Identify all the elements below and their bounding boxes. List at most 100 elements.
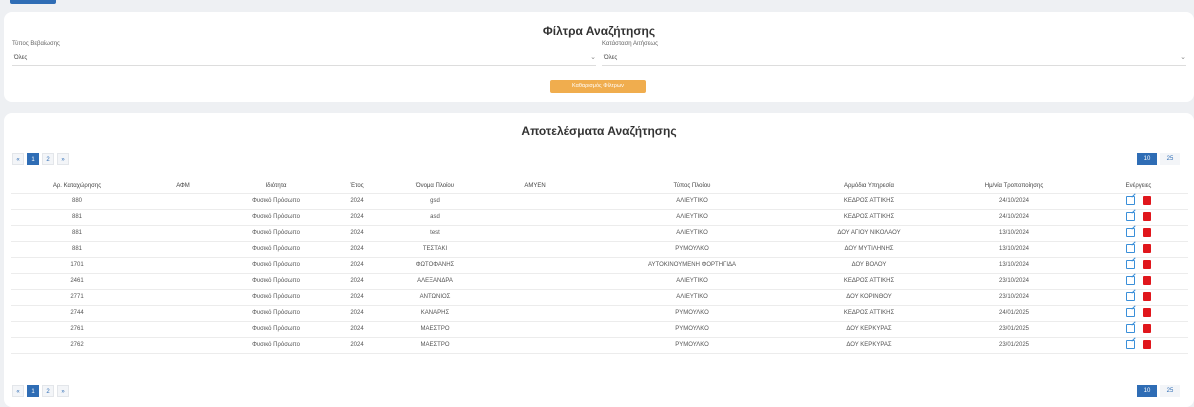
page-size-25[interactable]: 25 [1160,153,1180,165]
delete-icon[interactable] [1143,323,1151,333]
table-cell: Φυσικό Πρόσωπο [223,288,329,305]
table-cell: ΡΥΜΟΥΛΚΟ [585,336,799,354]
row-actions [1089,272,1188,289]
col-header[interactable]: Έτος [329,179,385,193]
delete-icon[interactable] [1143,275,1151,285]
table-cell [143,256,223,273]
table-cell: ΡΥΜΟΥΛΚΟ [585,304,799,321]
pager-page-2[interactable]: 2 [42,153,54,165]
col-header[interactable]: Αρμόδια Υπηρεσία [799,179,939,193]
delete-icon[interactable] [1143,291,1151,301]
edit-icon[interactable] [1126,339,1135,349]
field1-label: Τύπος Βεβαίωσης [12,41,60,47]
delete-icon[interactable] [1143,307,1151,317]
table-cell [143,240,223,257]
edit-icon[interactable] [1126,323,1135,333]
table-cell [485,288,585,305]
table-cell: Φυσικό Πρόσωπο [223,224,329,241]
table-cell: ΔΟΥ ΚΕΡΚΥΡΑΣ [799,320,939,337]
delete-icon[interactable] [1143,339,1151,349]
table-cell [485,224,585,241]
table-cell [143,336,223,354]
table-cell: 2024 [329,288,385,305]
table-cell: Φυσικό Πρόσωπο [223,256,329,273]
row-actions [1089,336,1188,354]
edit-icon[interactable] [1126,259,1135,269]
actions-group [1126,243,1151,253]
col-header[interactable]: Ημ/νία Τροποποίησης [939,179,1089,193]
edit-icon[interactable] [1126,195,1135,205]
table-cell: gsd [385,192,485,209]
table-row: 2744 Φυσικό Πρόσωπο 2024 ΚΑΝΑΡΗΣ ΡΥΜΟΥΛΚΟ ΚΕΔ… [11,304,1188,321]
table-row: 2461 Φυσικό Πρόσωπο 2024 ΑΛΕΞΑΝΔΡΑ ΑΛΙΕΥΤΙΚΟ… [11,272,1188,289]
table-cell: 24/10/2024 [939,192,1089,209]
page-size-top: 10 25 [1137,153,1180,165]
edit-icon[interactable] [1126,211,1135,221]
table-cell [485,304,585,321]
edit-icon[interactable] [1126,291,1135,301]
row-actions [1089,256,1188,273]
col-header[interactable]: Ιδιότητα [223,179,329,193]
col-header[interactable]: Αρ. Καταχώρησης [11,179,143,193]
row-actions [1089,224,1188,241]
results-table: Αρ. Καταχώρησης ΑΦΜ Ιδιότητα Έτος Όνομα … [11,179,1188,354]
actions-group [1126,259,1151,269]
delete-icon[interactable] [1143,243,1151,253]
col-header[interactable]: ΑΜΥΕΝ [485,179,585,193]
results-body: 880 Φυσικό Πρόσωπο 2024 gsd ΑΛΙΕΥΤΙΚΟ ΚΕΔΡΟΣ … [11,192,1188,354]
field2-label: Κατάσταση Αιτήσεως [602,41,658,47]
table-cell: 24/01/2025 [939,304,1089,321]
row-actions [1089,208,1188,225]
table-row: 881 Φυσικό Πρόσωπο 2024 ΤΕΣΤΑΚΙ ΡΥΜΟΥΛΚΟ ΔΟΥ … [11,240,1188,257]
table-cell: Φυσικό Πρόσωπο [223,240,329,257]
pager-page-1[interactable]: 1 [27,385,39,397]
delete-icon[interactable] [1143,227,1151,237]
page-size-25[interactable]: 25 [1160,385,1180,397]
table-cell: ΔΟΥ ΚΟΡΙΝΘΟΥ [799,288,939,305]
table-cell: Φυσικό Πρόσωπο [223,192,329,209]
table-cell: ΡΥΜΟΥΛΚΟ [585,320,799,337]
table-cell [143,224,223,241]
table-cell: ΚΕΔΡΟΣ ΑΤΤΙΚΗΣ [799,208,939,225]
page-size-10[interactable]: 10 [1137,385,1157,397]
pager-next[interactable]: » [57,153,69,165]
edit-icon[interactable] [1126,227,1135,237]
table-cell: 881 [11,240,143,257]
field1-select[interactable]: Όλες ⌄ [12,52,596,66]
table-cell: test [385,224,485,241]
col-header[interactable]: ΑΦΜ [143,179,223,193]
pager-prev[interactable]: « [12,385,24,397]
actions-group [1126,339,1151,349]
table-cell: 23/01/2025 [939,320,1089,337]
field2-select[interactable]: Όλες ⌄ [602,52,1186,66]
table-row: 2761 Φυσικό Πρόσωπο 2024 ΜΑΕΣΤΡΟ ΡΥΜΟΥΛΚΟ ΔΟΥ… [11,320,1188,337]
delete-icon[interactable] [1143,195,1151,205]
actions-group [1126,275,1151,285]
table-cell: Φυσικό Πρόσωπο [223,336,329,354]
delete-icon[interactable] [1143,211,1151,221]
edit-icon[interactable] [1126,275,1135,285]
pager-prev[interactable]: « [12,153,24,165]
table-cell: 2024 [329,240,385,257]
table-cell [485,272,585,289]
pager-page-2[interactable]: 2 [42,385,54,397]
page-size-10[interactable]: 10 [1137,153,1157,165]
clear-filters-button[interactable]: Καθαρισμός Φίλτρων [550,80,646,93]
table-cell: Φυσικό Πρόσωπο [223,304,329,321]
table-cell: asd [385,208,485,225]
chevron-down-icon: ⌄ [1180,54,1186,61]
col-header[interactable]: Όνομα Πλοίου [385,179,485,193]
table-cell: 2771 [11,288,143,305]
table-cell [143,304,223,321]
pager-page-1[interactable]: 1 [27,153,39,165]
delete-icon[interactable] [1143,259,1151,269]
edit-icon[interactable] [1126,307,1135,317]
table-cell: 880 [11,192,143,209]
col-header[interactable]: Τύπος Πλοίου [585,179,799,193]
edit-icon[interactable] [1126,243,1135,253]
actions-group [1126,291,1151,301]
table-cell: ΔΟΥ ΑΓΙΟΥ ΝΙΚΟΛΑΟΥ [799,224,939,241]
table-cell [143,192,223,209]
pager-next[interactable]: » [57,385,69,397]
table-cell: ΡΥΜΟΥΛΚΟ [585,240,799,257]
